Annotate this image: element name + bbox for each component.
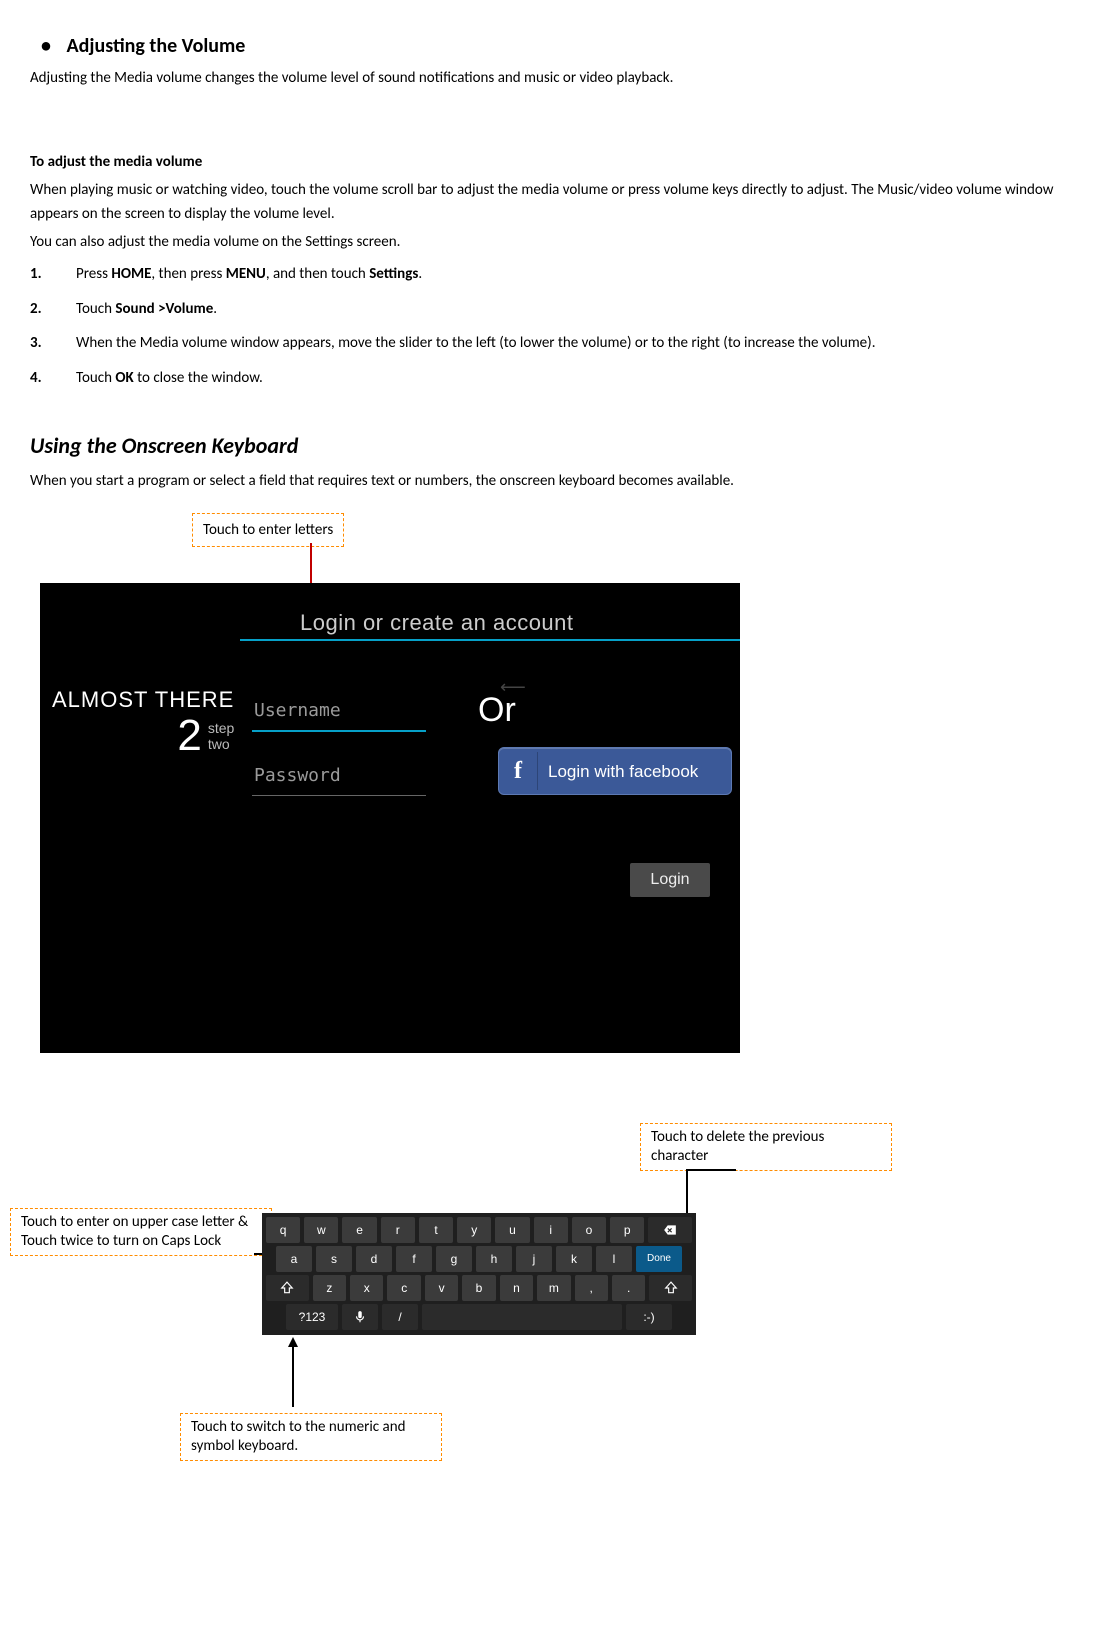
steps-list: 1. Press HOME, then press MENU, and then… — [30, 260, 1083, 392]
callout-letters: Touch to enter letters — [192, 513, 344, 547]
mic-icon — [353, 1310, 367, 1324]
key-e[interactable]: e — [342, 1217, 376, 1243]
login-diagram: Touch to enter letters Login or create a… — [30, 513, 1083, 1073]
key-c[interactable]: c — [387, 1275, 420, 1301]
step-1: 1. Press HOME, then press MENU, and then… — [30, 260, 1083, 289]
key-j[interactable]: j — [516, 1246, 552, 1272]
mic-key[interactable] — [342, 1304, 378, 1330]
key-d[interactable]: d — [356, 1246, 392, 1272]
keyboard-diagram: Touch to enter on upper case letter & To… — [30, 1153, 1083, 1483]
key-period[interactable]: . — [612, 1275, 645, 1301]
step-3: 3. When the Media volume window appears,… — [30, 329, 1083, 358]
heading-adjusting-volume: • Adjusting the Volume — [30, 30, 1083, 62]
key-t[interactable]: t — [419, 1217, 453, 1243]
step-number: 3. — [30, 329, 42, 358]
key-v[interactable]: v — [425, 1275, 458, 1301]
arrow-line — [292, 1345, 294, 1407]
keyboard-row-1: qwertyuiop — [264, 1217, 694, 1243]
onscreen-keyboard: qwertyuiop asdfghjklDone zxcvbnm,. ?123 /… — [262, 1213, 696, 1335]
login-button-label: Login — [650, 867, 689, 893]
step-number: 1. — [30, 260, 42, 289]
key-z[interactable]: z — [313, 1275, 346, 1301]
space-key[interactable] — [422, 1304, 622, 1330]
keyboard-row-2: asdfghjklDone — [264, 1246, 694, 1272]
almost-text: ALMOST THERE — [52, 688, 234, 712]
shift-icon — [280, 1281, 294, 1295]
password-field[interactable]: Password — [252, 758, 426, 796]
step-2: 2. Touch Sound >Volume. — [30, 295, 1083, 324]
username-field[interactable]: Username — [252, 693, 426, 732]
step-text: When the Media volume window appears, mo… — [76, 334, 875, 352]
sub-heading: To adjust the media volume — [30, 150, 1083, 174]
callout-letters-text: Touch to enter letters — [203, 521, 333, 539]
key-m[interactable]: m — [537, 1275, 570, 1301]
fb-button-label: Login with facebook — [548, 758, 698, 785]
key-u[interactable]: u — [495, 1217, 529, 1243]
key-a[interactable]: a — [276, 1246, 312, 1272]
arrow-head-icon — [288, 1337, 298, 1347]
key-comma[interactable]: , — [575, 1275, 608, 1301]
callout-delete-text: Touch to delete the previous character — [651, 1128, 824, 1165]
backspace-icon — [663, 1223, 677, 1237]
callout-capslock-text: Touch to enter on upper case letter & To… — [21, 1213, 248, 1250]
key-o[interactable]: o — [572, 1217, 606, 1243]
key-f[interactable]: f — [396, 1246, 432, 1272]
keyboard-row-3: zxcvbnm,. — [264, 1275, 694, 1301]
title-underline — [240, 639, 740, 641]
key-b[interactable]: b — [462, 1275, 495, 1301]
shift-icon — [664, 1281, 678, 1295]
heading-text: Adjusting the Volume — [67, 34, 246, 58]
key-w[interactable]: w — [304, 1217, 338, 1243]
sub-paragraph-2: You can also adjust the media volume on … — [30, 230, 1083, 254]
callout-capslock: Touch to enter on upper case letter & To… — [10, 1208, 272, 1256]
step-text: Touch OK to close the window. — [76, 369, 263, 387]
keyboard-row-4: ?123 / :-) — [264, 1304, 694, 1330]
login-facebook-button[interactable]: f Login with facebook — [498, 747, 732, 795]
smile-key[interactable]: :-) — [626, 1304, 672, 1330]
login-title: Login or create an account — [300, 605, 574, 640]
key-k[interactable]: k — [556, 1246, 592, 1272]
section2-paragraph: When you start a program or select a fie… — [30, 469, 1083, 493]
shift-key[interactable] — [266, 1275, 309, 1301]
step-number-two: 2 — [177, 712, 201, 760]
login-button[interactable]: Login — [630, 863, 710, 897]
facebook-icon: f — [499, 752, 538, 790]
key-g[interactable]: g — [436, 1246, 472, 1272]
key-l[interactable]: l — [596, 1246, 632, 1272]
section-onscreen-keyboard: Using the Onscreen Keyboard — [30, 428, 1083, 463]
key-s[interactable]: s — [316, 1246, 352, 1272]
step-label: step two — [208, 721, 234, 752]
login-screenshot: Login or create an account ALMOST THERE … — [40, 583, 740, 1053]
callout-numeric-text: Touch to switch to the numeric and symbo… — [191, 1418, 405, 1455]
key-q[interactable]: q — [266, 1217, 300, 1243]
callout-numeric: Touch to switch to the numeric and symbo… — [180, 1413, 442, 1461]
key-h[interactable]: h — [476, 1246, 512, 1272]
backspace-key[interactable] — [648, 1217, 692, 1243]
step-text: Press HOME, then press MENU, and then to… — [76, 265, 422, 283]
mode-switch-key[interactable]: ?123 — [286, 1304, 338, 1330]
step-number: 2. — [30, 295, 42, 324]
key-n[interactable]: n — [500, 1275, 533, 1301]
step-text: Touch Sound >Volume. — [76, 300, 217, 318]
key-y[interactable]: y — [457, 1217, 491, 1243]
key-x[interactable]: x — [350, 1275, 383, 1301]
step-4: 4. Touch OK to close the window. — [30, 364, 1083, 393]
or-text: Or — [478, 683, 516, 737]
key-i[interactable]: i — [534, 1217, 568, 1243]
intro-paragraph: Adjusting the Media volume changes the v… — [30, 66, 1083, 90]
key-p[interactable]: p — [610, 1217, 644, 1243]
arrow-line — [686, 1169, 736, 1171]
bullet-icon: • — [30, 30, 62, 62]
callout-delete: Touch to delete the previous character — [640, 1123, 892, 1171]
key-r[interactable]: r — [381, 1217, 415, 1243]
step-number: 4. — [30, 364, 42, 393]
step-indicator: ALMOST THERE 2 step two — [52, 688, 234, 761]
sub-paragraph-1: When playing music or watching video, to… — [30, 178, 1083, 226]
shift-key-right[interactable] — [649, 1275, 692, 1301]
done-key[interactable]: Done — [636, 1246, 682, 1272]
slash-key[interactable]: / — [382, 1304, 418, 1330]
